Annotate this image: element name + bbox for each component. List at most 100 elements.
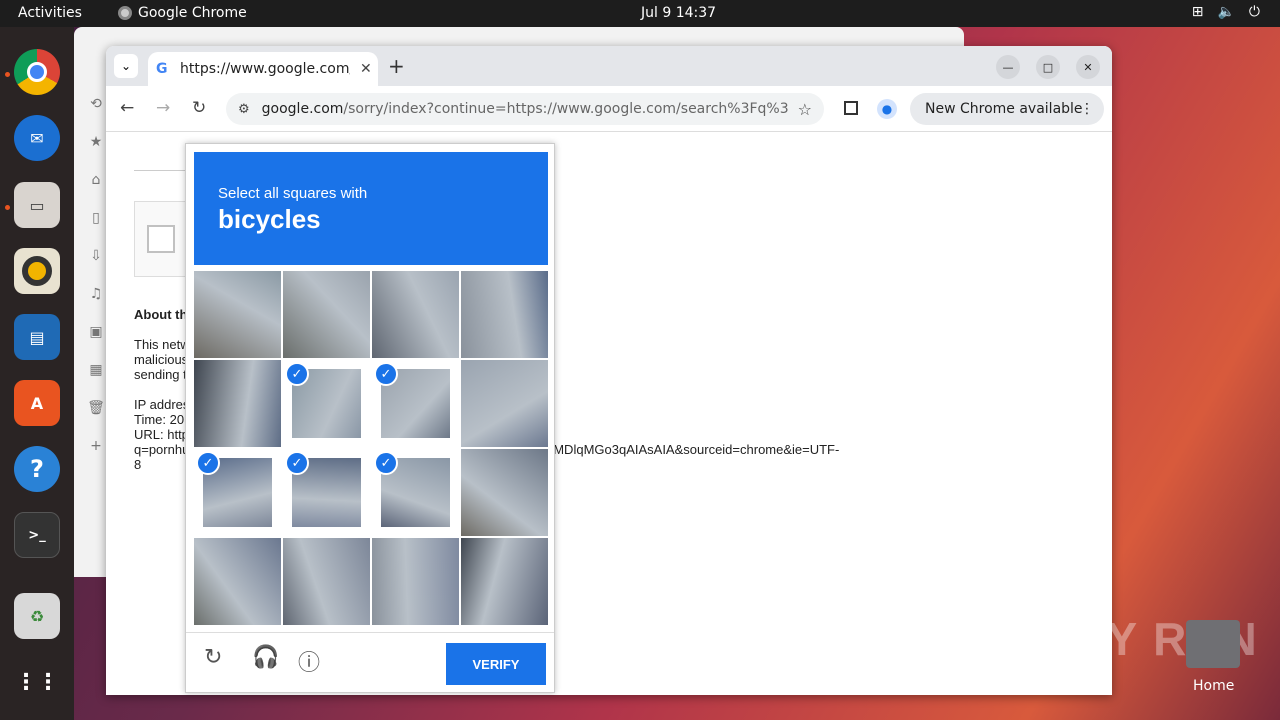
google-favicon-icon: G bbox=[156, 61, 168, 77]
forward-button[interactable]: → bbox=[156, 98, 170, 118]
tile-image bbox=[461, 449, 548, 536]
volume-icon: 🔈 bbox=[1217, 4, 1235, 20]
running-indicator bbox=[5, 72, 10, 77]
captcha-challenge: Select all squares with bicycles ✓ ✓ ✓ ✓ ✓ ↻… bbox=[185, 143, 555, 693]
system-tray[interactable]: ⊞ 🔈 ⏻ bbox=[1192, 4, 1260, 20]
audio-challenge-icon[interactable]: 🎧 bbox=[252, 645, 279, 670]
page-line: q=pornhu bbox=[134, 442, 190, 457]
captcha-tile[interactable] bbox=[461, 449, 548, 536]
profile-icon[interactable]: ● bbox=[877, 99, 897, 119]
captcha-tile[interactable]: ✓ bbox=[372, 449, 459, 536]
recaptcha-checkbox[interactable] bbox=[147, 225, 175, 253]
reload-button[interactable]: ↻ bbox=[192, 98, 206, 118]
captcha-tile[interactable] bbox=[283, 538, 370, 625]
background-sidebar: ⟲ ★ ⌂ ▯ ⇩ ♫ ▣ ▦ 🗑 + bbox=[84, 85, 108, 465]
rhythmbox-icon[interactable] bbox=[14, 248, 60, 294]
url-tail-text: 0MDlqMGo3qAIAsAIA&sourceid=chrome&ie=UTF… bbox=[546, 442, 840, 457]
trash-icon[interactable]: ♻ bbox=[14, 593, 60, 639]
back-button[interactable]: ← bbox=[120, 98, 134, 118]
captcha-tile[interactable]: ✓ bbox=[283, 449, 370, 536]
checkmark-icon: ✓ bbox=[374, 451, 398, 475]
trash-folder-icon[interactable]: 🗑 bbox=[84, 389, 108, 427]
tile-image bbox=[372, 538, 459, 625]
app-menu[interactable]: Google Chrome bbox=[118, 5, 247, 21]
minimize-button[interactable]: — bbox=[996, 55, 1020, 79]
music-icon[interactable]: ♫ bbox=[84, 275, 108, 313]
address-bar[interactable]: ⚙ google.com/sorry/index?continue=https:… bbox=[226, 93, 824, 125]
captcha-tile[interactable] bbox=[372, 538, 459, 625]
maximize-button[interactable]: □ bbox=[1036, 55, 1060, 79]
history-icon[interactable]: ⟲ bbox=[84, 85, 108, 123]
close-window-button[interactable]: ✕ bbox=[1076, 55, 1100, 79]
captcha-tile[interactable] bbox=[461, 360, 548, 447]
page-line: Time: 20 bbox=[134, 412, 185, 427]
tab-search-button[interactable]: ⌄ bbox=[114, 54, 138, 78]
clock[interactable]: Jul 9 14:37 bbox=[641, 5, 716, 21]
files-icon[interactable]: ▭ bbox=[14, 182, 60, 228]
captcha-instruction: Select all squares with bbox=[218, 185, 368, 202]
show-apps-icon[interactable]: ⋮⋮ bbox=[14, 659, 60, 705]
home-folder-desktop-icon[interactable] bbox=[1186, 620, 1240, 668]
page-line: This netw bbox=[134, 337, 190, 352]
page-line: sending t bbox=[134, 367, 187, 382]
checkmark-icon: ✓ bbox=[285, 451, 309, 475]
verify-button[interactable]: VERIFY bbox=[446, 643, 546, 685]
page-line: URL: http bbox=[134, 427, 189, 442]
tile-image bbox=[283, 271, 370, 358]
top-bar: Activities Google Chrome Jul 9 14:37 ⊞ 🔈… bbox=[0, 0, 1280, 27]
writer-icon[interactable]: ▤ bbox=[14, 314, 60, 360]
new-chrome-available-button[interactable]: New Chrome available ⋮ bbox=[910, 93, 1104, 125]
tile-image bbox=[461, 360, 548, 447]
tab-google-sorry[interactable]: G https://www.google.com/sorry/index ✕ bbox=[148, 52, 378, 86]
checkmark-icon: ✓ bbox=[285, 362, 309, 386]
documents-icon[interactable]: ▯ bbox=[84, 199, 108, 237]
terminal-icon[interactable]: >_ bbox=[14, 512, 60, 558]
site-settings-icon[interactable]: ⚙ bbox=[238, 102, 250, 117]
info-icon[interactable]: ⓘ bbox=[298, 645, 320, 677]
home-folder-icon[interactable]: ⌂ bbox=[84, 161, 108, 199]
reload-challenge-icon[interactable]: ↻ bbox=[204, 645, 222, 670]
about-heading: About th bbox=[134, 307, 188, 322]
side-panel-icon[interactable] bbox=[844, 101, 858, 115]
captcha-tile[interactable] bbox=[194, 271, 281, 358]
thunderbird-icon[interactable]: ✉ bbox=[14, 115, 60, 161]
home-desktop-label: Home bbox=[1193, 678, 1235, 694]
activities-button[interactable]: Activities bbox=[18, 5, 82, 21]
captcha-tile[interactable] bbox=[461, 538, 548, 625]
chevron-down-icon: ⌄ bbox=[120, 59, 132, 73]
menu-dots-icon[interactable]: ⋮ bbox=[1080, 101, 1094, 117]
tile-image bbox=[194, 271, 281, 358]
pictures-icon[interactable]: ▣ bbox=[84, 313, 108, 351]
bookmark-star-icon[interactable]: ☆ bbox=[798, 100, 812, 119]
page-line: 8 bbox=[134, 457, 142, 472]
downloads-icon[interactable]: ⇩ bbox=[84, 237, 108, 275]
starred-icon[interactable]: ★ bbox=[84, 123, 108, 161]
captcha-tile[interactable]: ✓ bbox=[283, 360, 370, 447]
tile-image bbox=[461, 538, 548, 625]
chrome-icon[interactable] bbox=[14, 49, 60, 95]
close-tab-icon[interactable]: ✕ bbox=[360, 61, 372, 77]
captcha-tile[interactable] bbox=[461, 271, 548, 358]
captcha-tile[interactable] bbox=[372, 271, 459, 358]
new-chrome-label: New Chrome available bbox=[925, 101, 1083, 117]
new-tab-button[interactable]: + bbox=[388, 54, 405, 78]
captcha-tile[interactable]: ✓ bbox=[372, 360, 459, 447]
checkmark-icon: ✓ bbox=[374, 362, 398, 386]
captcha-tile[interactable]: ✓ bbox=[194, 449, 281, 536]
captcha-target: bicycles bbox=[218, 204, 321, 234]
checkmark-icon: ✓ bbox=[196, 451, 220, 475]
captcha-tile[interactable] bbox=[194, 538, 281, 625]
add-location-icon[interactable]: + bbox=[84, 427, 108, 465]
page-line: IP addres bbox=[134, 397, 190, 412]
app-center-icon[interactable]: A bbox=[14, 380, 60, 426]
url-path: /sorry/index?continue=https://www.google… bbox=[343, 101, 790, 117]
captcha-tile[interactable] bbox=[194, 360, 281, 447]
help-icon[interactable]: ? bbox=[14, 446, 60, 492]
dock: ✉ ▭ ▤ A ? >_ ♻ ⋮⋮ bbox=[0, 27, 74, 720]
tile-image bbox=[461, 271, 548, 358]
page-line: malicious bbox=[134, 352, 189, 367]
tile-image bbox=[194, 538, 281, 625]
videos-icon[interactable]: ▦ bbox=[84, 351, 108, 389]
captcha-tile[interactable] bbox=[283, 271, 370, 358]
tile-image bbox=[194, 360, 281, 447]
